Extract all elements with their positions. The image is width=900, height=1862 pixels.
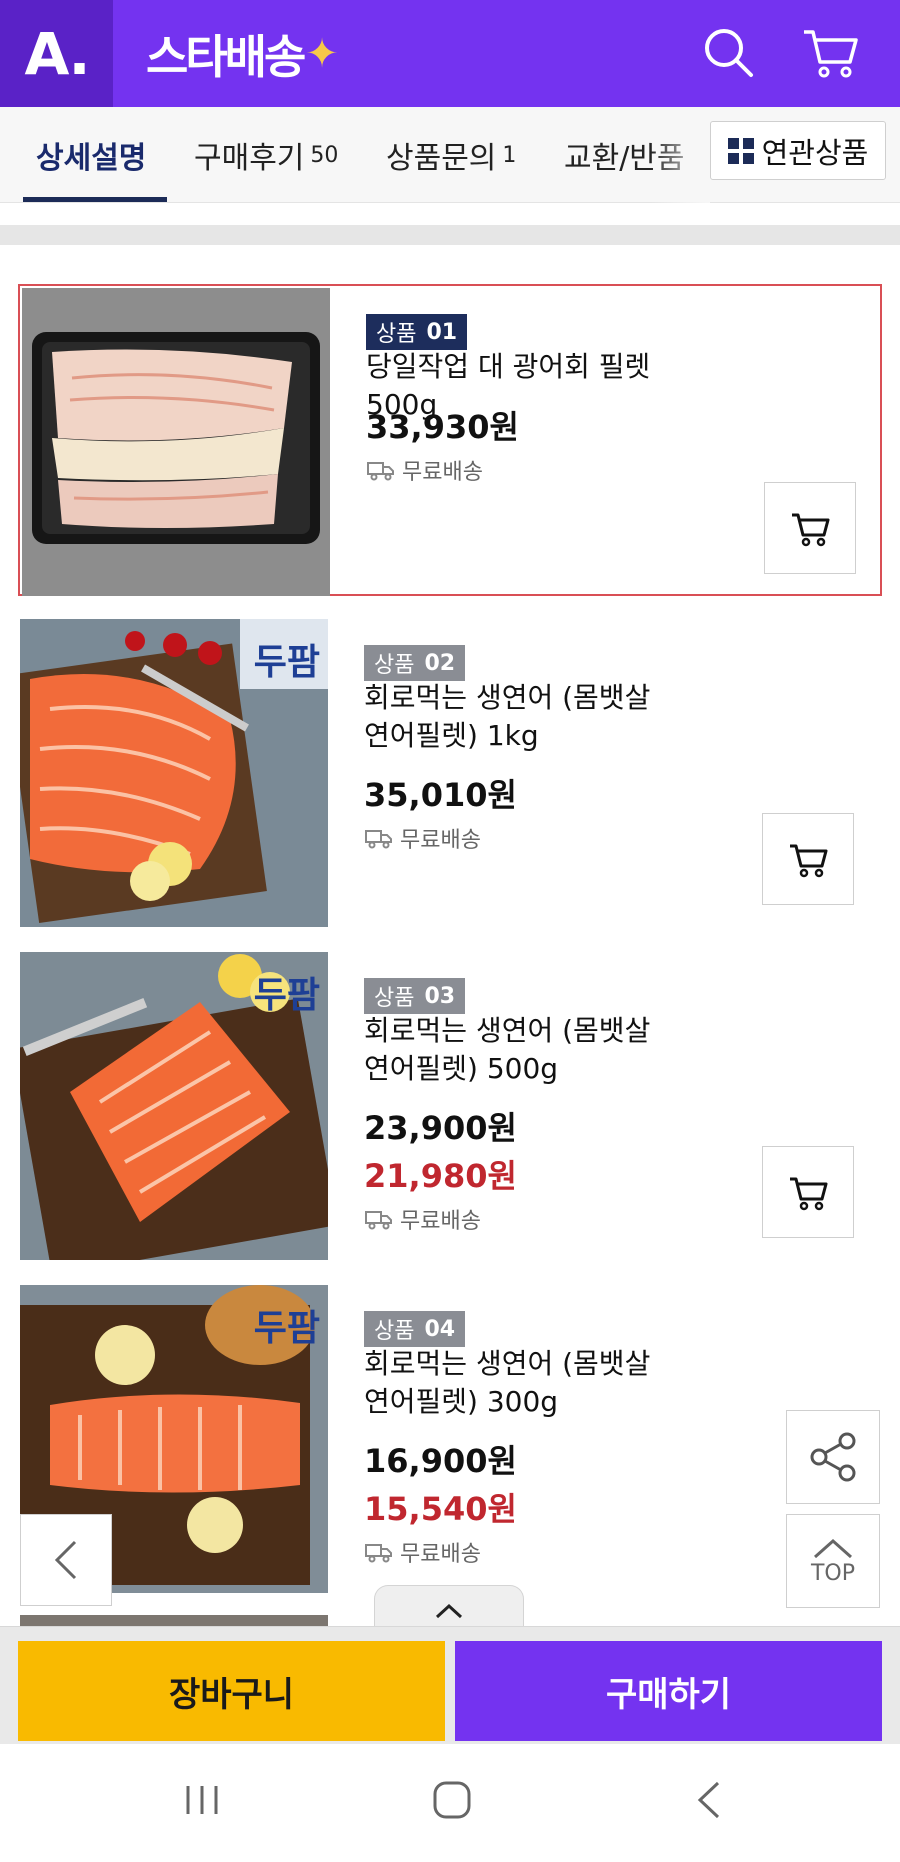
review-count: 50 (310, 142, 339, 168)
product-item-03[interactable]: 두팜 상품 03 회로먹는 생연어 (몸뱃살 연어필렛) 500g 23,900원… (18, 950, 882, 1262)
purchase-action-bar: 장바구니 구매하기 (0, 1626, 900, 1744)
product-name[interactable]: 회로먹는 생연어 (몸뱃살 연어필렛) 1kg (364, 679, 724, 755)
buy-now-button[interactable]: 구매하기 (455, 1641, 882, 1741)
share-icon (810, 1432, 856, 1482)
tabs-fade (650, 107, 710, 203)
product-name-line2: 연어필렛) 1kg (364, 719, 539, 752)
related-products-label: 연관상품 (761, 135, 869, 170)
badge-label: 상품 (374, 986, 415, 1011)
cart-icon[interactable] (800, 22, 860, 82)
next-product-peek (20, 1615, 328, 1626)
tab-inquiry[interactable]: 상품문의 1 (386, 107, 516, 203)
system-navigation-bar (0, 1744, 900, 1862)
product-image-salmon-500g[interactable]: 두팜 (20, 952, 328, 1260)
add-to-cart-button[interactable] (764, 482, 856, 574)
shipping-label: 무료배송 (400, 1542, 481, 1567)
grid-icon (727, 137, 754, 164)
badge-label: 상품 (374, 653, 415, 678)
add-to-cart-button[interactable] (762, 813, 854, 905)
shipping-info: 무료배송 (364, 1536, 481, 1568)
product-badge: 상품 01 (366, 314, 468, 350)
product-price: 33,930원 (366, 408, 519, 446)
add-to-cart-main-button[interactable]: 장바구니 (18, 1641, 445, 1741)
badge-label: 상품 (376, 322, 417, 347)
chevron-up-icon (814, 1538, 852, 1558)
product-item-02[interactable]: 두팜 상품 02 회로먹는 생연어 (몸뱃살 연어필렛) 1kg 35,010원 … (18, 617, 882, 929)
product-price: 35,010원 (364, 776, 517, 814)
product-name-line1: 회로먹는 생연어 (몸뱃살 (364, 1014, 651, 1047)
chevron-up-icon (435, 1603, 463, 1618)
search-icon[interactable] (698, 22, 758, 82)
home-icon[interactable] (432, 1780, 472, 1824)
product-original-price: 23,900원 (364, 1109, 517, 1147)
tab-label: 상품문의 (386, 141, 497, 176)
badge-number: 03 (424, 983, 456, 1009)
tab-detail[interactable]: 상세설명 (36, 107, 146, 203)
brand-accent: ✦ (305, 31, 338, 77)
product-sale-price: 15,540원 (364, 1490, 517, 1528)
recent-apps-icon[interactable] (182, 1782, 222, 1822)
inquiry-count: 1 (502, 142, 517, 168)
badge-label: 상품 (374, 1319, 415, 1344)
share-button[interactable] (786, 1410, 880, 1504)
section-divider (0, 225, 900, 245)
add-to-cart-button[interactable] (762, 1146, 854, 1238)
product-original-price: 16,900원 (364, 1442, 517, 1480)
shipping-label: 무료배송 (400, 1209, 481, 1234)
scroll-top-button[interactable]: TOP (786, 1514, 880, 1608)
product-name[interactable]: 회로먹는 생연어 (몸뱃살 연어필렛) 300g (364, 1345, 724, 1421)
related-products-button[interactable]: 연관상품 (710, 121, 886, 180)
cart-icon (790, 844, 828, 878)
app-header: A. 스타배송 ✦ (0, 0, 900, 107)
back-arrow-button[interactable] (20, 1514, 112, 1606)
back-icon[interactable] (694, 1780, 724, 1824)
product-badge: 상품 04 (364, 1311, 466, 1347)
active-tab-indicator (23, 197, 167, 202)
truck-icon (367, 462, 394, 481)
top-label: TOP (810, 1560, 856, 1586)
truck-icon (365, 1211, 392, 1230)
logo-text: A. (24, 19, 91, 88)
product-sale-price: 21,980원 (364, 1157, 517, 1195)
product-name-line2: 연어필렛) 300g (364, 1385, 559, 1418)
badge-number: 04 (424, 1316, 456, 1342)
product-name-line2: 연어필렛) 500g (364, 1052, 559, 1085)
cart-icon (790, 1177, 828, 1211)
product-badge: 상품 02 (364, 645, 466, 681)
shipping-info: 무료배송 (366, 454, 483, 486)
brand-mark: 두팜 (253, 975, 320, 1016)
product-image-salmon-1kg[interactable]: 두팜 (20, 619, 328, 927)
brand-mark: 두팜 (253, 1308, 320, 1349)
shipping-info: 무료배송 (364, 822, 481, 854)
product-item-04[interactable]: 두팜 상품 04 회로먹는 생연어 (몸뱃살 연어필렛) 300g 16,900원… (18, 1283, 882, 1595)
product-name-line1: 회로먹는 생연어 (몸뱃살 (364, 1347, 651, 1380)
cart-icon (792, 513, 830, 547)
badge-number: 01 (426, 319, 458, 345)
chevron-left-icon (54, 1540, 77, 1580)
truck-icon (365, 830, 392, 849)
product-item-01[interactable]: 상품 01 당일작업 대 광어회 필렛 500g 33,930원 무료배송 (18, 284, 882, 596)
shipping-label: 무료배송 (400, 828, 481, 853)
product-badge: 상품 03 (364, 978, 466, 1014)
truck-icon (365, 1544, 392, 1563)
brand-mark: 두팜 (253, 642, 320, 683)
product-name[interactable]: 회로먹는 생연어 (몸뱃살 연어필렛) 500g (364, 1012, 724, 1088)
tab-label: 구매후기 (194, 141, 305, 176)
home-logo[interactable]: A. (0, 0, 113, 107)
shipping-info: 무료배송 (364, 1203, 481, 1235)
badge-number: 02 (424, 650, 456, 676)
product-image-flatfish[interactable] (22, 288, 330, 596)
product-name-line1: 회로먹는 생연어 (몸뱃살 (364, 681, 651, 714)
brand-title[interactable]: 스타배송 ✦ (146, 22, 339, 86)
brand-text: 스타배송 (146, 30, 306, 84)
tab-reviews[interactable]: 구매후기 50 (194, 107, 338, 203)
tab-label: 상세설명 (36, 141, 147, 176)
shipping-label: 무료배송 (402, 460, 483, 485)
